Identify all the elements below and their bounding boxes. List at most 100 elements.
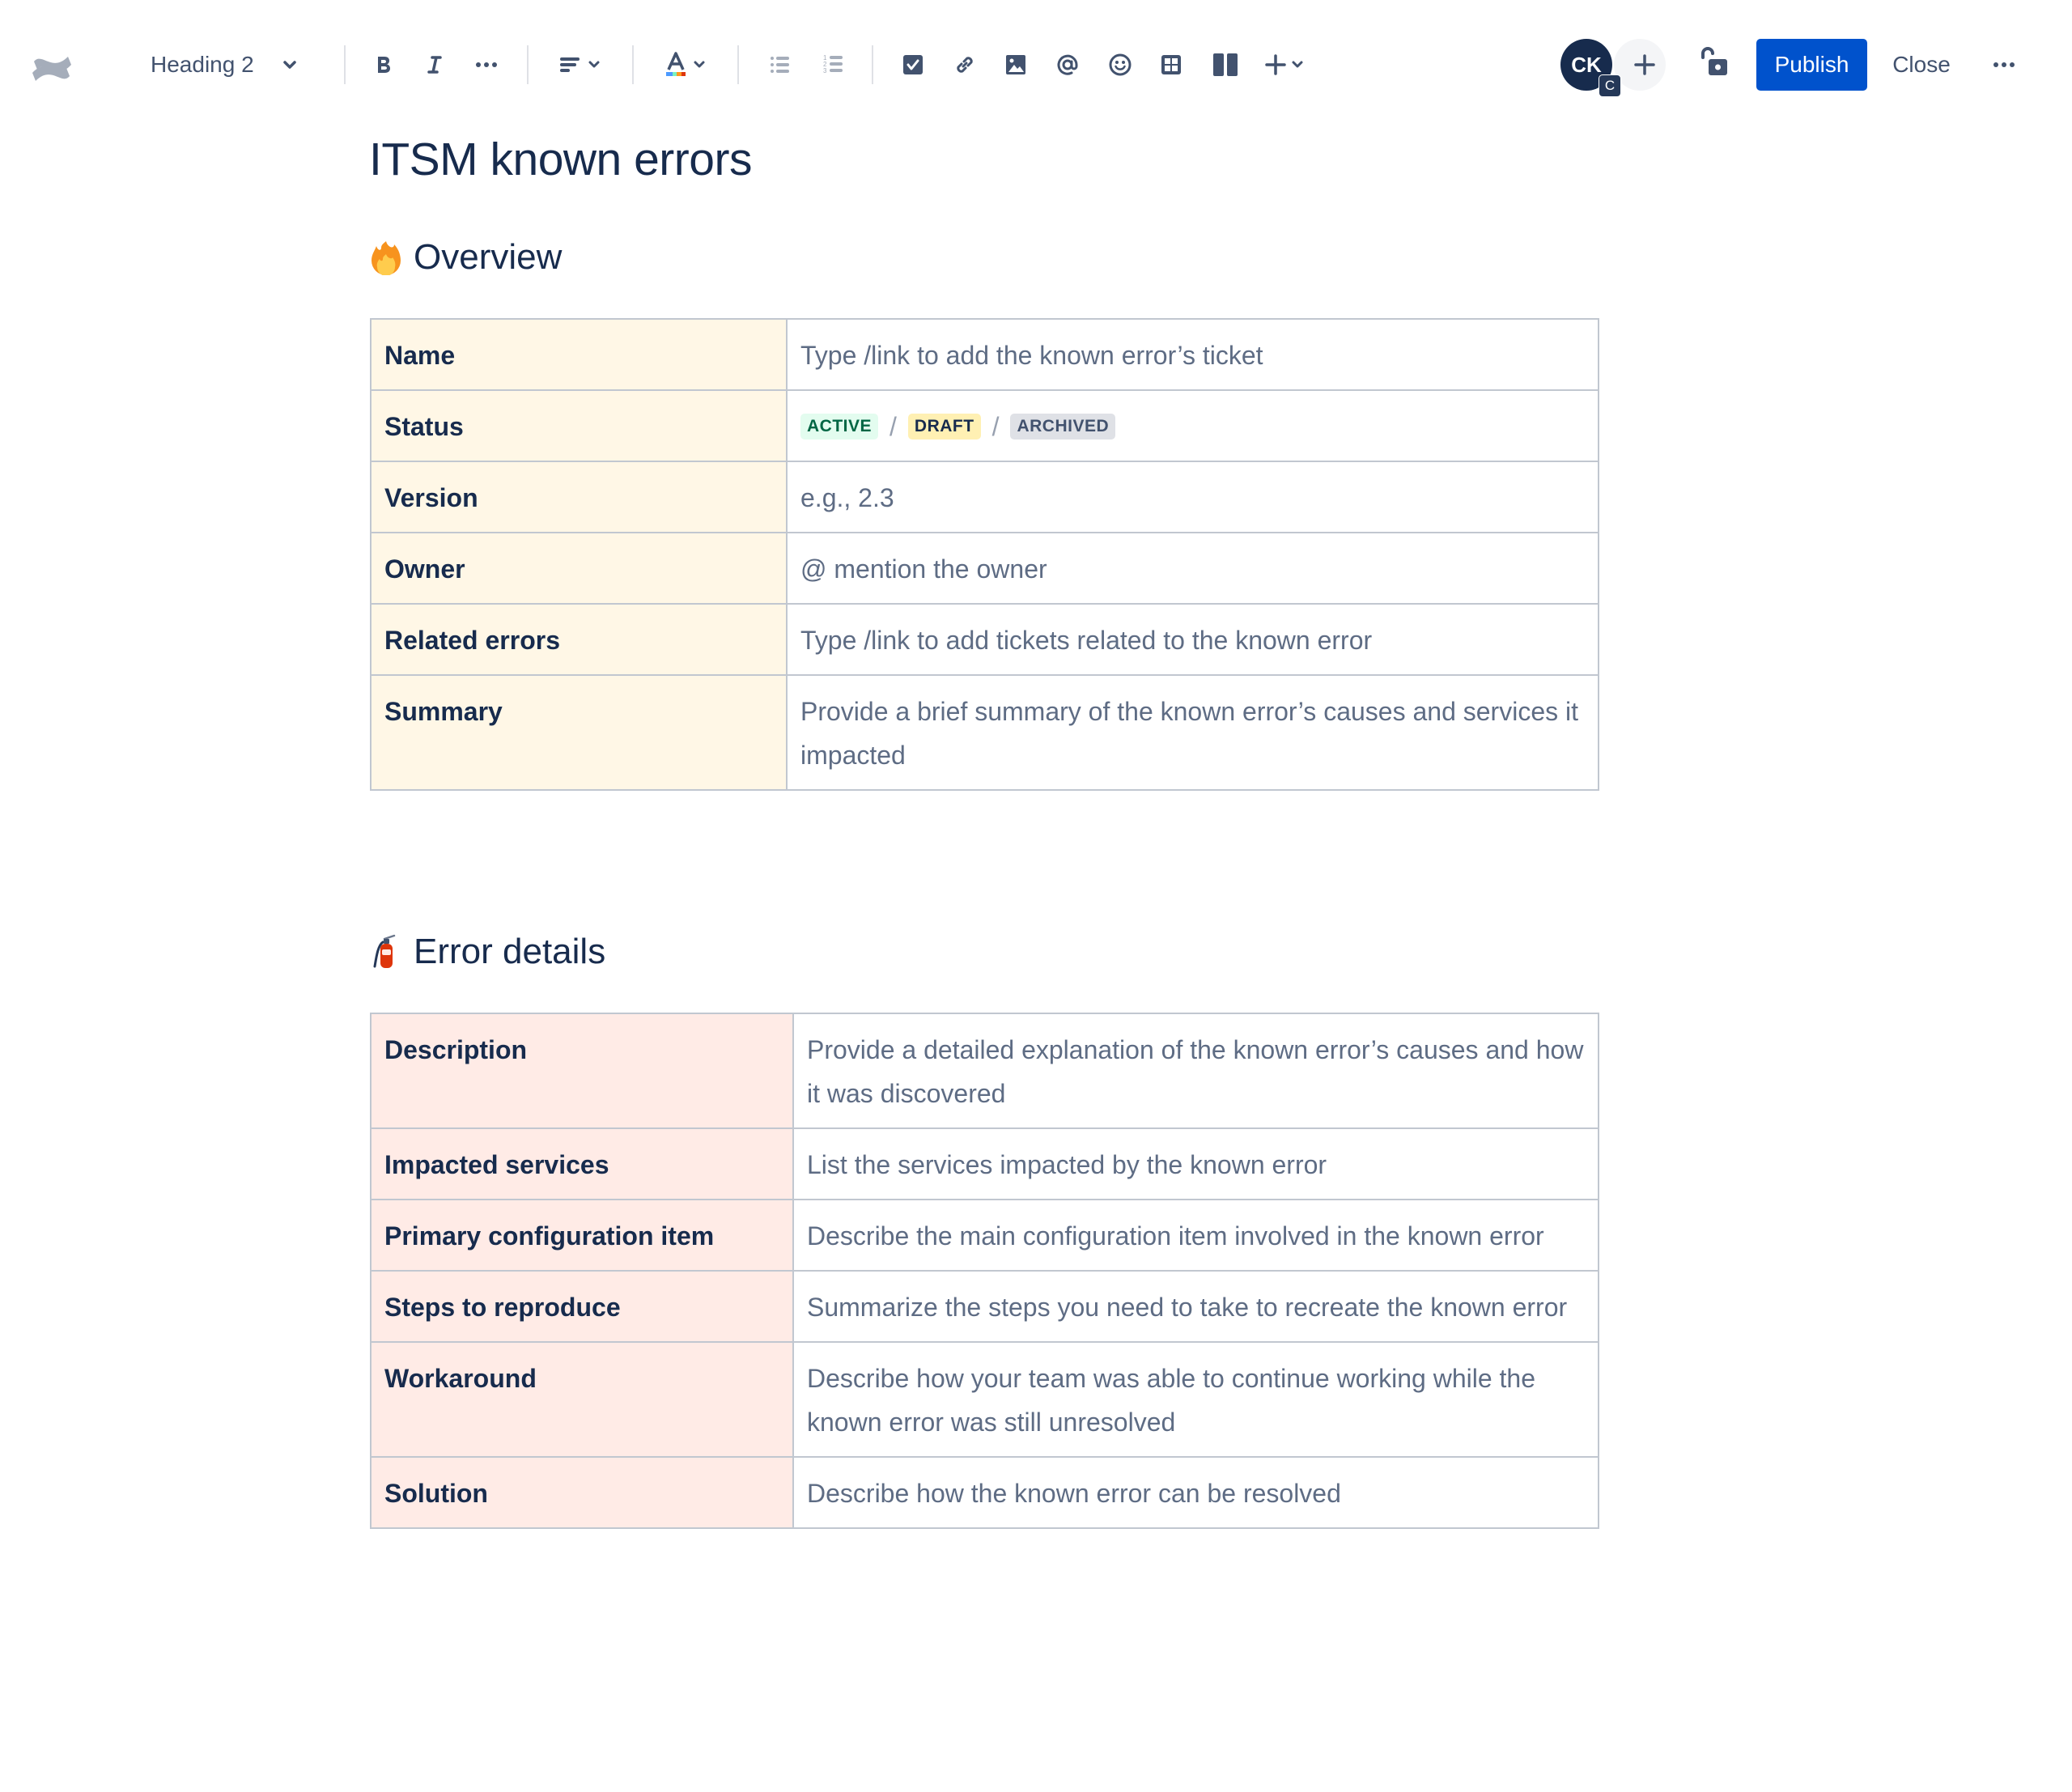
unlock-icon	[1701, 47, 1727, 75]
chevron-down-icon	[283, 61, 296, 69]
text-style-dropdown[interactable]: Heading 2	[142, 44, 304, 86]
table-key-cell[interactable]: Owner	[370, 532, 788, 605]
fire-icon	[370, 240, 402, 276]
bold-icon	[378, 57, 390, 73]
table-key-cell[interactable]: Workaround	[370, 1341, 794, 1458]
table-value-cell[interactable]: Describe how the known error can be reso…	[792, 1456, 1599, 1529]
table-value-cell[interactable]: Type /link to add tickets related to the…	[786, 603, 1599, 676]
status-lozenge-archived[interactable]: ARCHIVED	[1010, 414, 1116, 440]
table-value-cell[interactable]: @ mention the owner	[786, 532, 1599, 605]
status-separator: /	[991, 412, 1000, 441]
confluence-logo-icon[interactable]	[31, 49, 73, 89]
mention-icon	[1057, 54, 1078, 75]
italic-icon	[427, 56, 442, 74]
chevron-down-icon	[588, 61, 600, 68]
table-row: Summary Provide a brief summary of the k…	[370, 674, 1599, 791]
table-row: Workaround Describe how your team was ab…	[370, 1341, 1599, 1458]
more-formatting-icon	[476, 62, 497, 67]
toolbar-divider	[344, 45, 346, 84]
table-value-cell[interactable]: Provide a detailed explanation of the kn…	[792, 1013, 1599, 1129]
restrictions-button[interactable]	[1696, 44, 1732, 79]
insert-more-dropdown[interactable]	[1256, 47, 1313, 83]
toolbar-divider	[527, 45, 529, 84]
layout-icon	[1213, 53, 1238, 76]
section-heading-text: Error details	[414, 932, 606, 971]
status-separator: /	[890, 412, 897, 441]
table-row: Description Provide a detailed explanati…	[370, 1013, 1599, 1129]
avatar-initials: CK	[1571, 52, 1602, 77]
table-key-cell[interactable]: Steps to reproduce	[370, 1270, 794, 1343]
action-item-icon	[903, 55, 923, 74]
table-key-cell[interactable]: Status	[370, 389, 788, 462]
numbered-list-button[interactable]: 123	[816, 47, 851, 83]
bold-button[interactable]	[366, 47, 401, 83]
status-lozenge-active[interactable]: ACTIVE	[800, 414, 879, 440]
bullet-list-icon	[771, 57, 789, 73]
bullet-list-button[interactable]	[762, 47, 798, 83]
close-button[interactable]: Close	[1883, 39, 1960, 91]
table-row: Primary configuration item Describe the …	[370, 1199, 1599, 1272]
chevron-down-icon	[694, 61, 705, 68]
layout-button[interactable]	[1208, 47, 1243, 83]
page-title[interactable]: ITSM known errors	[369, 131, 752, 188]
chevron-down-icon	[1292, 61, 1303, 68]
editor-toolbar: Heading 2 123 CK C Publish Close	[0, 0, 2072, 130]
emoji-icon	[1109, 53, 1132, 76]
table-row: Impacted services List the services impa…	[370, 1127, 1599, 1200]
section-heading-overview[interactable]: Overview	[370, 235, 562, 280]
text-color-dropdown[interactable]	[657, 47, 714, 83]
align-left-icon	[560, 57, 580, 72]
table-icon	[1161, 55, 1181, 74]
avatar-badge: C	[1599, 74, 1621, 97]
table-row: Related errors Type /link to add tickets…	[370, 603, 1599, 676]
table-row: Owner @ mention the owner	[370, 532, 1599, 605]
image-icon	[1006, 55, 1025, 74]
link-button[interactable]	[947, 47, 983, 83]
invite-button[interactable]	[1614, 39, 1666, 91]
overview-table: Name Type /link to add the known error’s…	[370, 318, 1599, 791]
alignment-dropdown[interactable]	[552, 47, 609, 83]
mention-button[interactable]	[1050, 47, 1085, 83]
more-actions-icon	[1993, 62, 2015, 67]
plus-icon	[1634, 54, 1655, 75]
table-key-cell[interactable]: Solution	[370, 1456, 794, 1529]
table-value-cell[interactable]: Provide a brief summary of the known err…	[786, 674, 1599, 791]
emoji-button[interactable]	[1102, 47, 1138, 83]
table-row: Version e.g., 2.3	[370, 461, 1599, 533]
status-cell[interactable]: ACTIVE / DRAFT / ARCHIVED	[786, 389, 1599, 462]
error-details-table: Description Provide a detailed explanati…	[370, 1013, 1599, 1529]
table-key-cell[interactable]: Name	[370, 318, 788, 391]
text-color-icon	[666, 52, 686, 76]
table-value-cell[interactable]: Describe how your team was able to conti…	[792, 1341, 1599, 1458]
link-icon	[957, 57, 973, 73]
publish-button[interactable]: Publish	[1756, 39, 1867, 91]
table-value-cell[interactable]: e.g., 2.3	[786, 461, 1599, 533]
table-key-cell[interactable]: Primary configuration item	[370, 1199, 794, 1272]
more-formatting-button[interactable]	[469, 47, 504, 83]
table-key-cell[interactable]: Related errors	[370, 603, 788, 676]
table-row: Solution Describe how the known error ca…	[370, 1456, 1599, 1529]
table-value-cell[interactable]: Type /link to add the known error’s tick…	[786, 318, 1599, 391]
italic-button[interactable]	[417, 47, 452, 83]
table-value-cell[interactable]: Describe the main configuration item inv…	[792, 1199, 1599, 1272]
table-row: Name Type /link to add the known error’s…	[370, 318, 1599, 391]
section-heading-error-details[interactable]: Error details	[370, 929, 605, 975]
status-lozenge-draft[interactable]: DRAFT	[907, 414, 981, 440]
table-value-cell[interactable]: Summarize the steps you need to take to …	[792, 1270, 1599, 1343]
svg-text:3: 3	[823, 67, 827, 74]
action-item-button[interactable]	[895, 47, 931, 83]
table-button[interactable]	[1153, 47, 1189, 83]
section-heading-text: Overview	[414, 237, 563, 277]
toolbar-divider	[872, 45, 873, 84]
toolbar-divider	[632, 45, 634, 84]
table-key-cell[interactable]: Impacted services	[370, 1127, 794, 1200]
table-row: Status ACTIVE / DRAFT / ARCHIVED	[370, 389, 1599, 462]
table-key-cell[interactable]: Version	[370, 461, 788, 533]
image-button[interactable]	[998, 47, 1034, 83]
table-key-cell[interactable]: Summary	[370, 674, 788, 791]
table-key-cell[interactable]: Description	[370, 1013, 794, 1129]
more-actions-button[interactable]	[1985, 47, 2023, 83]
table-value-cell[interactable]: List the services impacted by the known …	[792, 1127, 1599, 1200]
text-style-label: Heading 2	[151, 52, 254, 77]
table-row: Steps to reproduce Summarize the steps y…	[370, 1270, 1599, 1343]
